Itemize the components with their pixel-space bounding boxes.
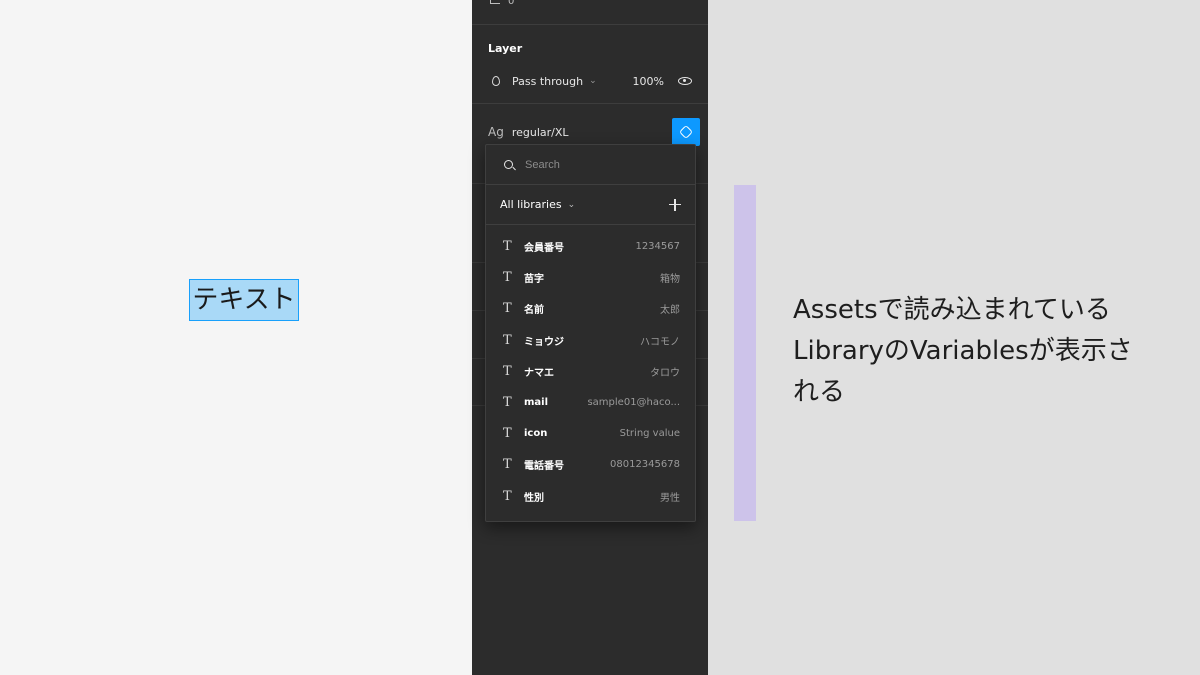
variable-name: ナマエ xyxy=(524,367,554,379)
variable-item[interactable]: T 電話番号 08012345678 xyxy=(486,449,695,480)
variable-item[interactable]: T 会員番号 1234567 xyxy=(486,231,695,262)
text-style-name[interactable]: regular/XL xyxy=(512,126,569,139)
variable-name: 電話番号 xyxy=(524,461,564,473)
divider xyxy=(472,24,708,25)
variable-name: ミョウジ xyxy=(524,336,564,348)
variable-item[interactable]: T 性別 男性 xyxy=(486,481,695,512)
library-select[interactable]: All libraries xyxy=(500,198,562,211)
variable-value: sample01@haco... xyxy=(587,397,680,409)
search-input[interactable] xyxy=(525,158,665,171)
variable-item[interactable]: T mail sample01@haco... xyxy=(486,387,695,418)
layer-row: Pass through ⌄ 100% xyxy=(488,72,692,90)
variable-value: 男性 xyxy=(660,492,680,504)
variable-item[interactable]: T icon String value xyxy=(486,418,695,449)
variable-value: タロウ xyxy=(650,367,680,379)
text-type-icon: T xyxy=(503,363,512,379)
variable-list: T 会員番号 1234567 T 苗字 箱物 T 名前 太郎 T ミョウジ ハコ… xyxy=(486,231,695,512)
rotation-icon xyxy=(490,0,500,4)
text-style-row: Ag regular/XL xyxy=(488,118,700,146)
text-type-icon: T xyxy=(503,270,512,286)
apply-variable-button[interactable] xyxy=(672,118,700,146)
variables-dropdown: All libraries ⌄ T 会員番号 1234567 T 苗字 箱物 T… xyxy=(485,144,696,522)
chevron-down-icon[interactable]: ⌄ xyxy=(568,200,576,210)
variable-name: 名前 xyxy=(524,305,544,317)
variable-item[interactable]: T 苗字 箱物 xyxy=(486,262,695,293)
text-type-icon: T xyxy=(503,395,512,411)
variable-value: String value xyxy=(619,428,680,440)
selected-text-layer[interactable]: テキスト xyxy=(189,279,299,321)
annotation-text: Assetsで読み込まれているLibraryのVariablesが表示される xyxy=(793,295,1133,407)
variable-item[interactable]: T 名前 太郎 xyxy=(486,293,695,324)
divider xyxy=(472,103,708,104)
text-type-icon: T xyxy=(503,332,512,348)
text-type-icon: T xyxy=(503,426,512,442)
variable-name: icon xyxy=(524,428,548,440)
variable-item[interactable]: T ミョウジ ハコモノ xyxy=(486,325,695,356)
variable-value: ハコモノ xyxy=(640,336,680,348)
variable-name: 性別 xyxy=(524,492,544,504)
text-type-icon: T xyxy=(503,488,512,504)
rotation-value: 0° xyxy=(508,0,520,7)
search-bar xyxy=(486,145,695,185)
text-type-icon: T xyxy=(503,239,512,255)
opacity-field[interactable]: 100% xyxy=(633,75,664,88)
library-filter: All libraries ⌄ xyxy=(486,185,695,225)
variable-name: 苗字 xyxy=(524,274,544,286)
hexagon-icon xyxy=(678,124,694,140)
chevron-down-icon[interactable]: ⌄ xyxy=(589,76,597,86)
plus-icon[interactable] xyxy=(669,198,681,211)
rotation-row[interactable]: 0° xyxy=(490,0,519,7)
layer-section-title: Layer xyxy=(488,42,523,55)
canvas-area[interactable]: テキスト xyxy=(0,0,472,675)
text-type-icon: T xyxy=(503,457,512,473)
highlight-bracket xyxy=(734,185,756,521)
eye-icon[interactable] xyxy=(678,77,692,85)
variable-value: 1234567 xyxy=(635,241,680,253)
variable-value: 08012345678 xyxy=(610,459,680,471)
text-type-icon: T xyxy=(503,301,512,317)
variable-name: mail xyxy=(524,397,549,409)
variable-value: 箱物 xyxy=(660,274,680,286)
text-style-icon: Ag xyxy=(488,125,504,139)
blend-mode-select[interactable]: Pass through xyxy=(512,75,583,88)
variable-item[interactable]: T ナマエ タロウ xyxy=(486,356,695,387)
blend-drop-icon xyxy=(492,76,500,86)
variable-name: 会員番号 xyxy=(524,243,564,255)
variable-value: 太郎 xyxy=(660,305,680,317)
search-icon xyxy=(504,160,513,169)
